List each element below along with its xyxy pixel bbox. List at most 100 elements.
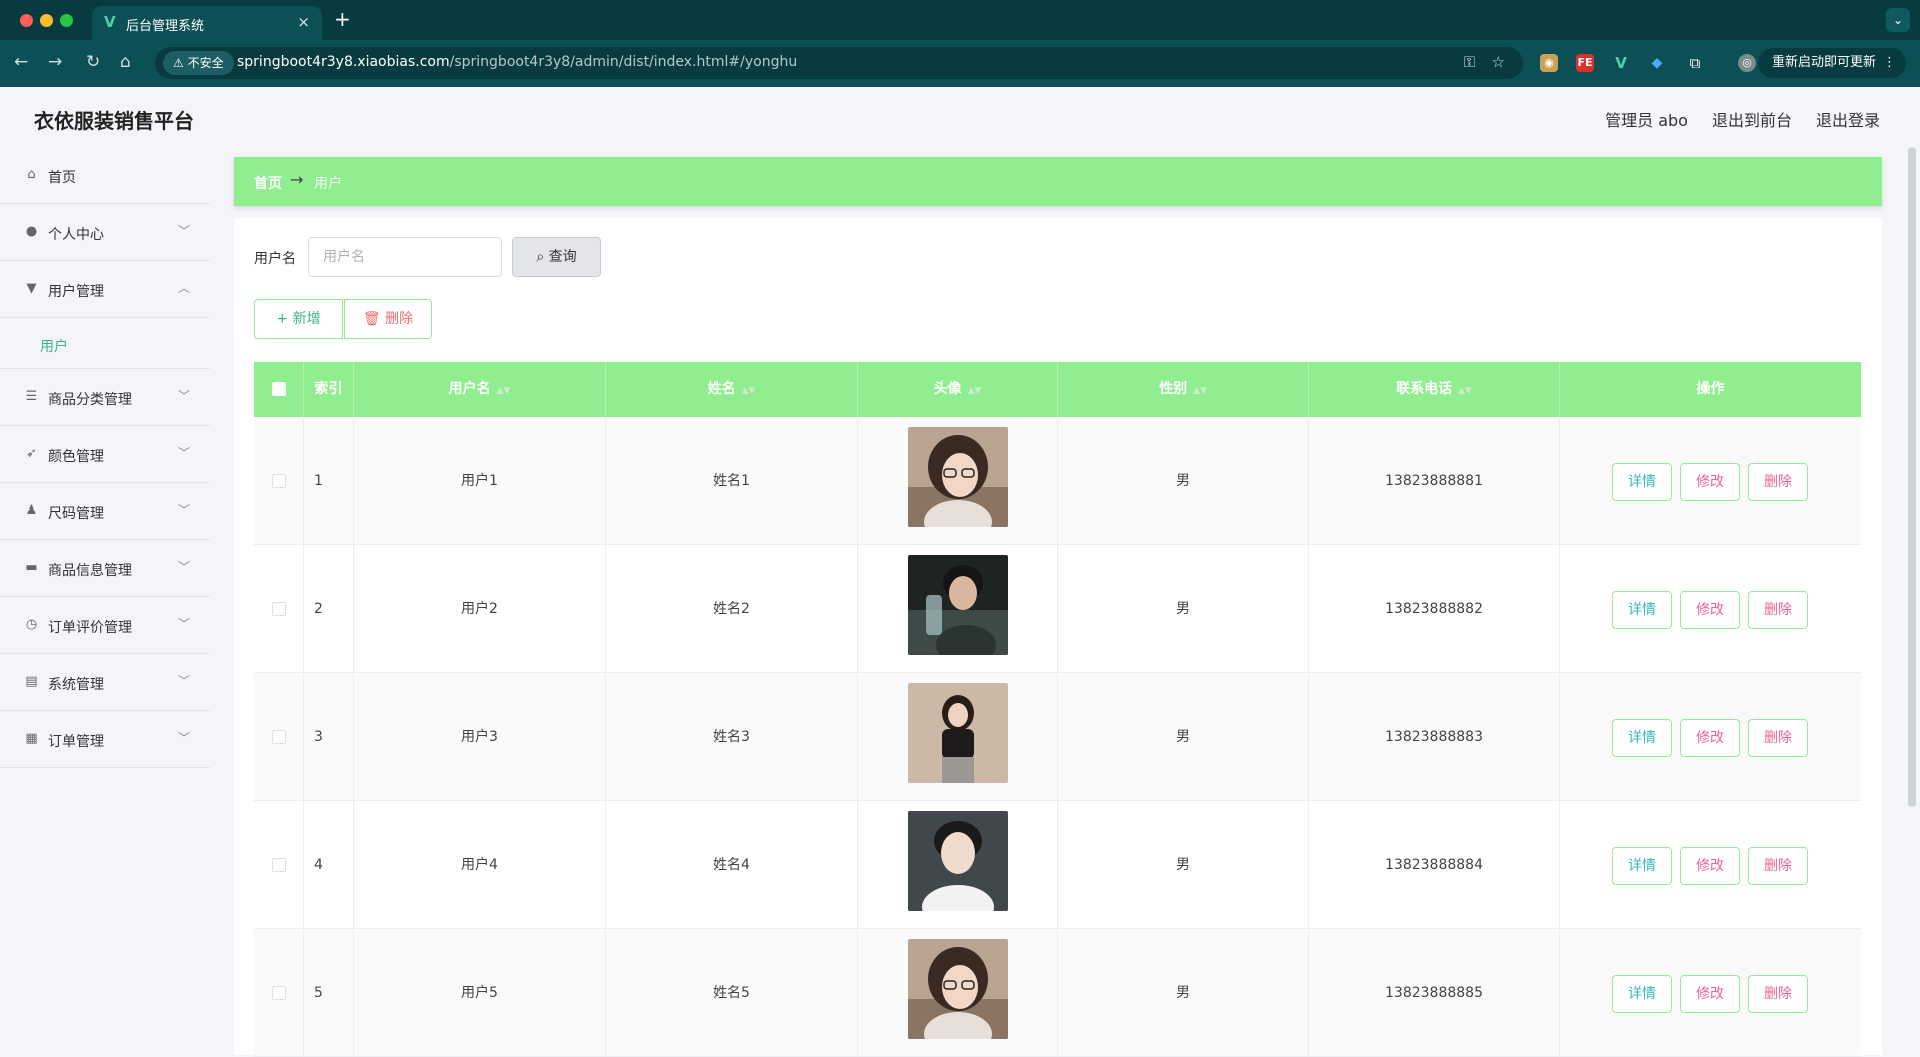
sort-icon[interactable]: ▲▼ (497, 386, 511, 396)
maximize-window-button[interactable] (60, 14, 73, 27)
pin-icon: ▼ (26, 281, 37, 296)
sidebar-item-order[interactable]: ▦ 订单管理 ﹀ (0, 711, 210, 768)
actions-cell: 详情 修改 删除 (1560, 801, 1861, 929)
sidebar-item-color[interactable]: ➶ 颜色管理 ﹀ (0, 426, 210, 483)
detail-button[interactable]: 详情 (1612, 847, 1672, 885)
delete-button[interactable]: 删除 (1748, 847, 1808, 885)
extension-owl-icon[interactable]: ◉ (1540, 54, 1558, 72)
sidebar-item-size[interactable]: ♟ 尺码管理 ﹀ (0, 483, 210, 540)
select-all-checkbox[interactable] (271, 382, 286, 396)
sidebar-item-label: 尺码管理 (48, 506, 104, 522)
name-cell: 姓名4 (606, 801, 858, 929)
detail-button[interactable]: 详情 (1612, 463, 1672, 501)
edit-button[interactable]: 修改 (1680, 847, 1740, 885)
breadcrumb-home[interactable]: 首页 (254, 173, 282, 193)
username-search-input[interactable] (308, 237, 502, 277)
star-icon[interactable]: ☆ (1492, 53, 1505, 71)
delete-button[interactable]: 删除 (1748, 975, 1808, 1013)
avatar-image[interactable] (908, 939, 1008, 1039)
extension-fe-icon[interactable]: FE (1576, 54, 1594, 72)
avatar-image[interactable] (908, 811, 1008, 911)
sidebar-item-category[interactable]: ☰ 商品分类管理 ﹀ (0, 369, 210, 426)
reload-icon[interactable]: ↻ (86, 52, 100, 72)
key-icon[interactable]: ⚿ (1464, 53, 1475, 71)
sort-icon[interactable]: ▲▼ (1458, 386, 1472, 396)
table-row: 1 用户1 姓名1 男 13823888881 详情 修改 删除 (254, 417, 1861, 545)
index-cell: 3 (304, 673, 354, 801)
arrow-right-icon: → (290, 170, 304, 189)
row-check-cell (254, 801, 304, 929)
sort-icon[interactable]: ▲▼ (742, 386, 756, 396)
profile-avatar-icon[interactable]: ◎ (1738, 54, 1756, 72)
logout-link[interactable]: 退出登录 (1816, 107, 1880, 131)
avatar-image[interactable] (908, 683, 1008, 783)
back-to-front-link[interactable]: 退出到前台 (1712, 107, 1792, 131)
url-path: /springboot4r3y8/admin/dist/index.html#/… (449, 54, 798, 70)
index-cell: 4 (304, 801, 354, 929)
user-icon: ● (25, 224, 38, 239)
detail-button[interactable]: 详情 (1612, 975, 1672, 1013)
detail-button[interactable]: 详情 (1612, 719, 1672, 757)
add-button[interactable]: + 新增 (254, 299, 343, 339)
column-header-gender[interactable]: 性别 ▲▼ (1058, 362, 1309, 417)
search-button[interactable]: ⌕ 查询 (512, 237, 601, 277)
sidebar-item-review[interactable]: ◷ 订单评价管理 ﹀ (0, 597, 210, 654)
column-header-username[interactable]: 用户名 ▲▼ (354, 362, 606, 417)
column-header-index: 索引 (304, 362, 354, 417)
close-window-button[interactable] (20, 14, 33, 27)
sidebar-item-system[interactable]: ▤ 系统管理 ﹀ (0, 654, 210, 711)
sidebar-subitem-user[interactable]: 用户 (0, 318, 210, 369)
edit-button[interactable]: 修改 (1680, 975, 1740, 1013)
batch-delete-button[interactable]: 🗑 删除 (344, 299, 432, 339)
sidebar-item-user-management[interactable]: ▼ 用户管理 ︿ (0, 261, 210, 318)
row-checkbox[interactable] (271, 602, 286, 616)
tab-close-icon[interactable]: × (297, 13, 310, 31)
sidebar-item-label: 订单评价管理 (48, 620, 132, 636)
row-checkbox[interactable] (271, 986, 286, 1000)
name-cell: 姓名1 (606, 417, 858, 545)
delete-button[interactable]: 删除 (1748, 591, 1808, 629)
edit-button[interactable]: 修改 (1680, 463, 1740, 501)
sort-icon[interactable]: ▲▼ (1193, 386, 1207, 396)
delete-button[interactable]: 删除 (1748, 719, 1808, 757)
chevron-down-icon: ﹀ (177, 731, 190, 745)
address-bar[interactable]: ⚠ 不安全 springboot4r3y8.xiaobias.com/sprin… (155, 47, 1523, 79)
row-checkbox[interactable] (271, 474, 286, 488)
url-host: springboot4r3y8.xiaobias.com (237, 54, 450, 70)
forward-icon[interactable]: → (48, 52, 62, 72)
edit-button[interactable]: 修改 (1680, 719, 1740, 757)
row-check-cell (254, 929, 304, 1057)
column-header-label: 索引 (314, 381, 343, 397)
row-checkbox[interactable] (271, 730, 286, 744)
detail-button[interactable]: 详情 (1612, 591, 1672, 629)
column-header-avatar[interactable]: 头像 ▲▼ (858, 362, 1058, 417)
edit-button[interactable]: 修改 (1680, 591, 1740, 629)
restart-update-button[interactable]: 重新启动即可更新 ⋮ (1757, 48, 1906, 78)
browser-tab-bar: V 后台管理系统 × + ⌄ (0, 0, 1920, 40)
back-icon[interactable]: ← (14, 52, 28, 72)
table-row: 5 用户5 姓名5 男 13823888885 详情 修改 删除 (254, 929, 1861, 1057)
row-checkbox[interactable] (271, 858, 286, 872)
extensions-puzzle-icon[interactable]: ⧉ (1686, 54, 1704, 72)
new-tab-icon[interactable]: + (334, 7, 351, 31)
insecure-badge[interactable]: ⚠ 不安全 (163, 51, 234, 75)
minimize-window-button[interactable] (40, 14, 53, 27)
browser-tab[interactable]: V 后台管理系统 × (92, 6, 322, 40)
avatar-image[interactable] (908, 555, 1008, 655)
tab-search-icon[interactable]: ⌄ (1886, 8, 1910, 32)
column-header-name[interactable]: 姓名 ▲▼ (606, 362, 858, 417)
delete-button[interactable]: 删除 (1748, 463, 1808, 501)
column-header-phone[interactable]: 联系电话 ▲▼ (1309, 362, 1560, 417)
sort-icon[interactable]: ▲▼ (968, 386, 982, 396)
sidebar-item-home[interactable]: ⌂ 首页 (0, 147, 210, 204)
search-label: 用户名 (254, 251, 296, 267)
sidebar-item-profile[interactable]: ● 个人中心 ﹀ (0, 204, 210, 261)
sidebar-item-product[interactable]: ▬ 商品信息管理 ﹀ (0, 540, 210, 597)
extension-vue-icon[interactable]: V (1612, 54, 1630, 72)
chevron-down-icon: ﹀ (177, 560, 190, 574)
column-header-label: 性别 (1159, 381, 1188, 397)
home-nav-icon[interactable]: ⌂ (120, 52, 131, 72)
extension-diamond-icon[interactable]: ◆ (1648, 54, 1666, 72)
page-scrollbar[interactable] (1908, 147, 1916, 807)
avatar-image[interactable] (908, 427, 1008, 527)
